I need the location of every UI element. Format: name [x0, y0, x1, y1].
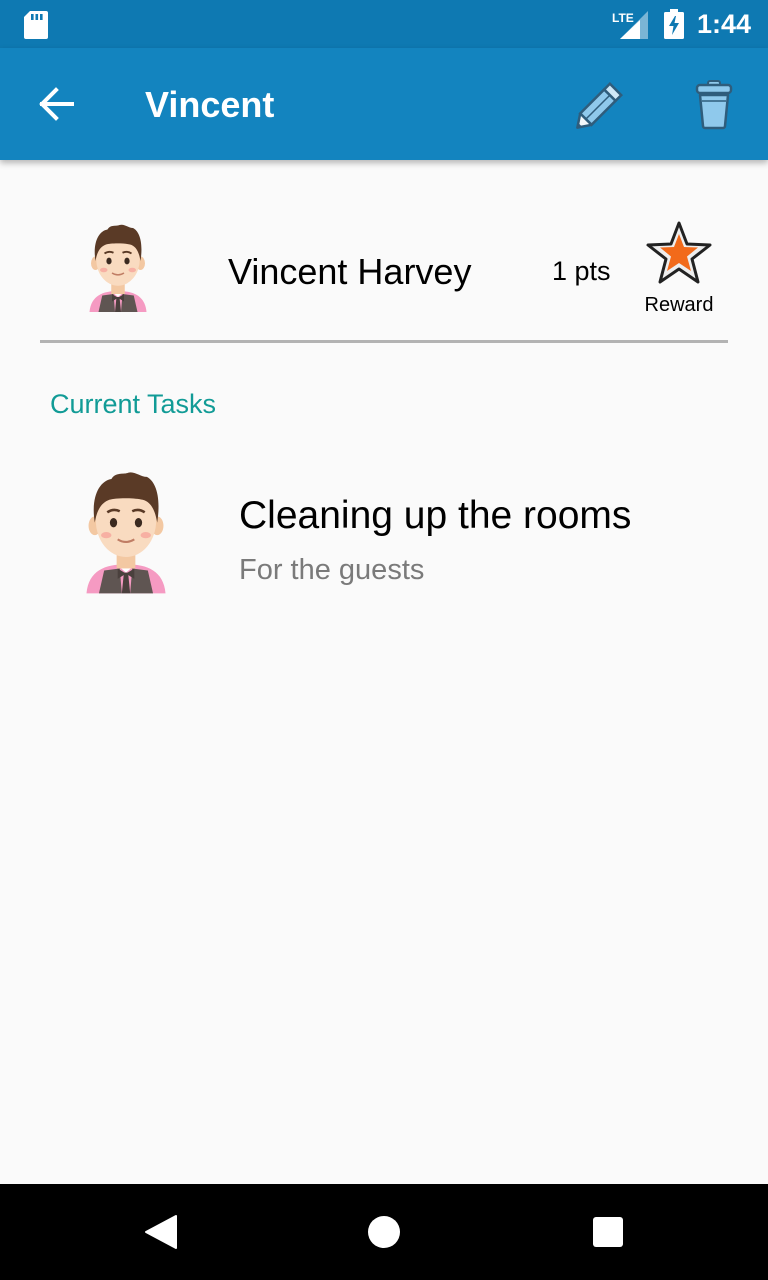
task-title: Cleaning up the rooms [239, 494, 632, 537]
waiter-avatar-icon [86, 472, 166, 594]
reward-button[interactable]: Reward [636, 216, 724, 320]
page-title: Vincent [145, 84, 275, 125]
nav-home-icon[interactable] [366, 1214, 402, 1250]
back-arrow-icon [39, 87, 74, 121]
current-tasks-heading: Current Tasks [50, 389, 217, 419]
task-subtitle: For the guests [239, 554, 425, 586]
reward-label: Reward [644, 294, 714, 316]
pencil-icon [576, 82, 623, 129]
sd-card-icon [24, 11, 48, 39]
lte-signal-icon: LTE [612, 11, 648, 39]
divider [40, 340, 728, 343]
profile-name: Vincent Harvey [228, 251, 472, 292]
app-bar: Vincent [0, 48, 768, 160]
points-label: 1 pts [552, 256, 611, 286]
status-bar: LTE 1:44 [0, 0, 768, 48]
nav-back-icon[interactable] [144, 1214, 178, 1250]
trash-icon [695, 80, 733, 130]
status-time: 1:44 [697, 9, 752, 39]
nav-recents-icon[interactable] [592, 1216, 624, 1248]
task-item[interactable]: Cleaning up the rooms For the guests [0, 450, 768, 610]
back-button[interactable] [26, 76, 86, 132]
edit-button[interactable] [566, 74, 634, 136]
svg-text:LTE: LTE [612, 11, 634, 25]
star-icon [646, 221, 712, 284]
navigation-bar [0, 1184, 768, 1280]
waiter-avatar-icon [89, 224, 147, 312]
delete-button[interactable] [686, 74, 742, 134]
battery-charging-icon [664, 9, 684, 39]
